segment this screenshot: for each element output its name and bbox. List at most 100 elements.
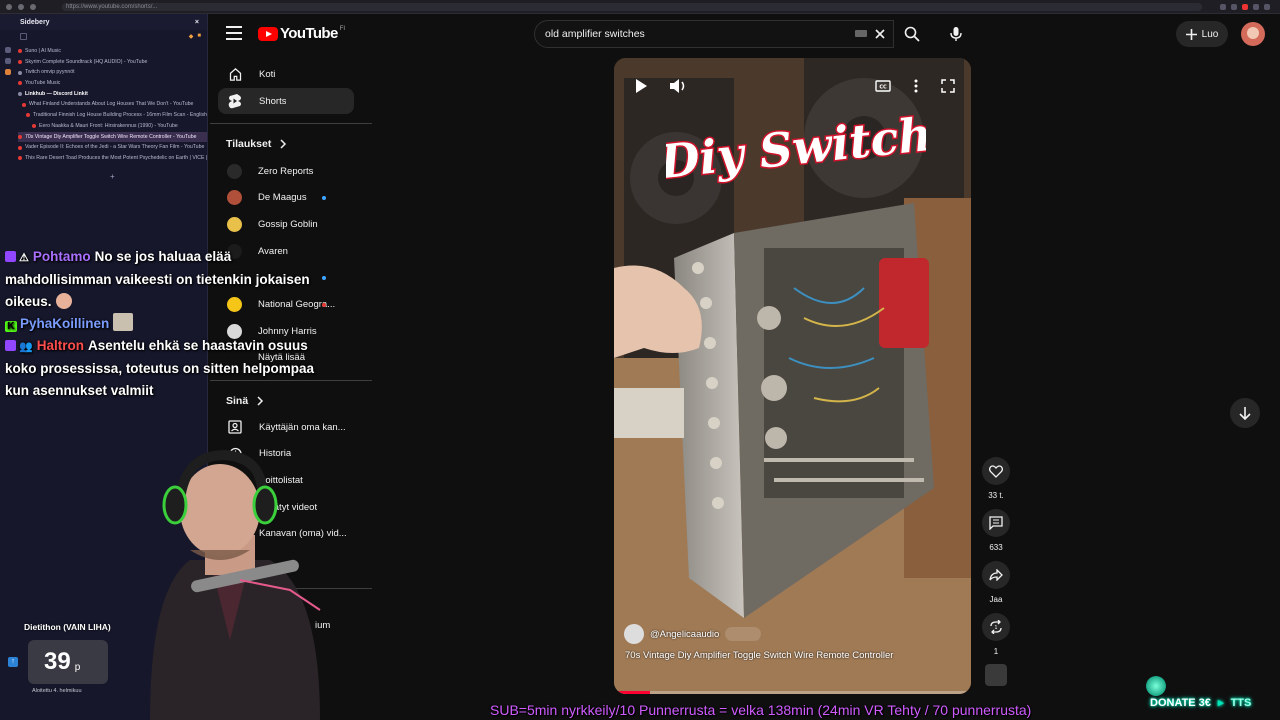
diet-counter-title: Dietithon (VAIN LIHA) <box>24 622 111 632</box>
favicon-icon <box>18 70 22 75</box>
voice-search-button[interactable] <box>942 20 970 48</box>
captions-button[interactable]: CC <box>871 74 895 98</box>
volume-button[interactable] <box>666 74 690 98</box>
comments-button[interactable] <box>982 509 1010 537</box>
tab-title: Skyrim Complete Soundtrack (HQ AUDIO) - … <box>25 58 148 65</box>
tab-item[interactable]: Vader Episode II: Echoes of the Jedi - a… <box>18 142 207 153</box>
nav-item-koti[interactable]: Koti <box>218 61 354 87</box>
browser-nav-buttons[interactable] <box>6 4 36 10</box>
channel-avatar <box>227 216 242 232</box>
like-count: 33 t. <box>988 491 1004 500</box>
close-icon[interactable] <box>873 27 887 41</box>
youtube-play-icon <box>258 26 278 41</box>
subscription-item[interactable]: Zero Reports <box>218 158 354 184</box>
reload-icon[interactable] <box>30 4 36 10</box>
channel-avatar[interactable] <box>624 624 644 644</box>
menu-icon[interactable] <box>1264 4 1270 10</box>
favicon-icon <box>18 156 22 161</box>
progress-bar[interactable] <box>614 691 971 694</box>
play-button[interactable] <box>629 74 653 98</box>
nav-label: Shorts <box>259 95 287 107</box>
tab-item[interactable]: Suno | AI Music <box>18 46 207 57</box>
lock-icon[interactable]: ■ <box>197 33 201 40</box>
like-button[interactable] <box>982 457 1010 485</box>
tab-item[interactable]: Traditional Finnish Log House Building P… <box>18 110 207 121</box>
expand-icon <box>941 79 955 93</box>
player-controls: CC <box>614 58 971 114</box>
favicon-icon <box>18 134 22 139</box>
tts-label: TTS <box>1230 697 1252 709</box>
subscription-label: De Maagus <box>258 192 307 204</box>
channel-avatar <box>227 163 242 179</box>
arrow-down-icon <box>1239 407 1251 420</box>
extension-icon[interactable] <box>1242 4 1248 10</box>
divider <box>210 123 372 124</box>
youtube-logo[interactable]: YouTube FI <box>258 25 345 42</box>
tab-item[interactable]: Eero Naakka & Mauri Front: Hirsirakennus… <box>18 121 207 132</box>
close-icon[interactable]: × <box>195 19 199 26</box>
subscription-item[interactable]: De Maagus <box>218 185 354 211</box>
channel-thumbnail[interactable] <box>985 664 1007 686</box>
extension-icon[interactable] <box>1253 4 1259 10</box>
forward-icon[interactable] <box>18 4 24 10</box>
comment-count: 633 <box>989 543 1003 552</box>
tab-title: Linkhub — Discord Linkit <box>25 90 88 97</box>
you-item[interactable]: Käyttäjän oma kan... <box>218 414 354 440</box>
tab-item[interactable]: Linkhub — Discord Linkit <box>18 89 207 100</box>
chat-username: Pohtamo <box>32 249 91 264</box>
tab-title: YouTube Music <box>25 80 61 87</box>
keyboard-icon[interactable] <box>855 30 867 37</box>
pin-icon[interactable]: ◆ <box>189 33 194 40</box>
fullscreen-button[interactable] <box>936 74 960 98</box>
back-icon[interactable] <box>6 4 12 10</box>
tab-item[interactable]: This Rare Desert Toad Produces the Most … <box>18 153 207 164</box>
tab-item[interactable]: What Finland Understands About Log House… <box>18 99 207 110</box>
video-title-overlay: Diy Switch <box>666 105 926 190</box>
extension-icon[interactable] <box>1231 4 1237 10</box>
plus-icon <box>1185 28 1197 40</box>
nav-item-shorts[interactable]: Shorts <box>218 88 354 114</box>
browser-toolbar: https://www.youtube.com/shorts/... <box>0 0 1280 14</box>
chat-message: ⚠ Pohtamo No se jos haluaa elää mahdollisi… <box>0 246 340 313</box>
more-options-button[interactable] <box>904 74 928 98</box>
panel-icon[interactable] <box>5 58 11 64</box>
new-tab-button[interactable]: + <box>110 172 115 181</box>
panel-icon[interactable] <box>20 32 27 40</box>
short-title[interactable]: 70s Vintage Diy Amplifier Toggle Switch … <box>625 650 961 661</box>
chevron-right-icon <box>280 139 287 149</box>
search-query[interactable]: old amplifier switches <box>545 28 645 40</box>
twitch-icon <box>5 340 16 351</box>
panel-icon[interactable] <box>5 47 11 53</box>
tab-title: Twitch omvip pyynnöt <box>25 69 75 76</box>
share-action: Jaa <box>982 561 1010 604</box>
search-button[interactable] <box>894 20 930 48</box>
extension-icon[interactable] <box>1220 4 1226 10</box>
svg-text:Diy Switch: Diy Switch <box>666 107 926 189</box>
donate-logo-icon <box>1146 676 1166 696</box>
tab-item[interactable]: Twitch omvip pyynnöt <box>18 67 207 78</box>
share-button[interactable] <box>982 561 1010 589</box>
favicon-icon <box>18 81 22 86</box>
tab-item[interactable]: 70s Vintage Diy Amplifier Toggle Switch … <box>18 131 207 143</box>
next-short-button[interactable] <box>1230 398 1260 428</box>
favicon-icon <box>26 113 30 118</box>
subscribe-button[interactable] <box>725 627 762 641</box>
tab-item[interactable]: YouTube Music <box>18 78 207 89</box>
avatar[interactable] <box>1241 22 1265 46</box>
subscription-item[interactable]: Gossip Goblin <box>218 211 354 237</box>
short-video-player[interactable]: Diy Switch CC @Angelicaaudio 70s Vintage… <box>614 58 971 694</box>
create-button[interactable]: Luo <box>1176 21 1228 47</box>
favicon-icon <box>18 60 22 65</box>
address-bar[interactable]: https://www.youtube.com/shorts/... <box>62 3 1202 11</box>
remix-button[interactable]: 1 <box>982 613 1010 641</box>
search-input[interactable]: old amplifier switches <box>534 20 894 48</box>
subscriptions-header[interactable]: Tilaukset <box>226 138 287 150</box>
arrow-right-icon: ▸ <box>1217 697 1224 709</box>
tab-item[interactable]: Skyrim Complete Soundtrack (HQ AUDIO) - … <box>18 57 207 68</box>
hamburger-menu-icon[interactable] <box>226 26 242 40</box>
channel-name[interactable]: @Angelicaaudio <box>650 629 719 640</box>
remix-action: 1 1 <box>982 613 1010 656</box>
tab-tree: Suno | AI Music Skyrim Complete Soundtrac… <box>0 46 207 164</box>
create-label: Luo <box>1201 28 1219 40</box>
panel-icon[interactable] <box>5 69 11 75</box>
